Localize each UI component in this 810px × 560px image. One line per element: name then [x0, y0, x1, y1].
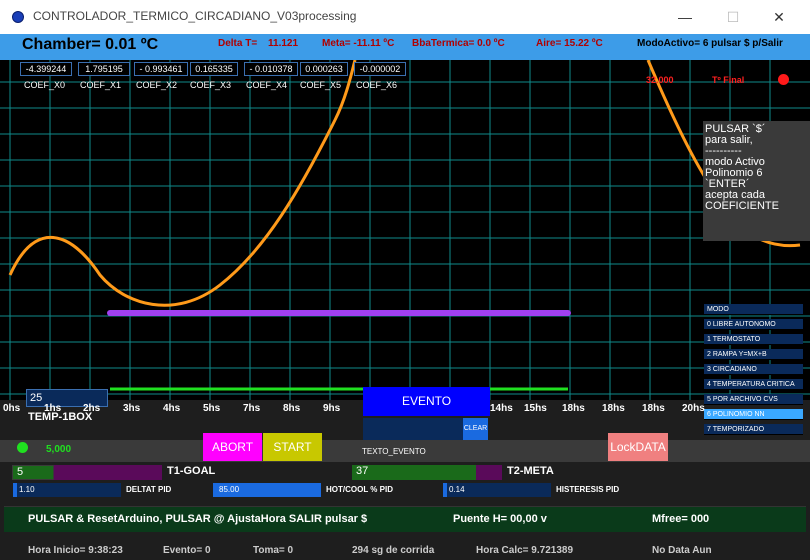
t1-goal-field[interactable]: 5 — [12, 465, 54, 480]
t1-goal-value: 5 — [17, 466, 24, 478]
coef-x2-field[interactable]: - 0.993461 — [134, 62, 188, 76]
t-final-label: Tº Final — [712, 75, 745, 85]
no-data-status: No Data Aun — [652, 545, 712, 556]
delta-t-label: Delta T= — [218, 38, 258, 49]
t1-goal-slider[interactable] — [54, 465, 162, 480]
delta-t-value: 11.121 — [268, 38, 299, 49]
hour-label: 3hs — [123, 403, 141, 414]
coef-x2-label: COEF_X2 — [136, 80, 178, 90]
coef-x1-label: COEF_X1 — [80, 80, 122, 90]
hour-label: 0hs — [3, 403, 21, 414]
toma-count: Toma= 0 — [253, 545, 294, 556]
coef-x5-field[interactable]: 0.000263 — [300, 62, 348, 76]
t-final-value: 32.000 — [646, 75, 674, 85]
chamber-temperature: Chamber= 0.01 ºC — [22, 36, 159, 53]
hour-label: 18hs — [642, 403, 665, 414]
hora-calc: Hora Calc= 9.721389 — [476, 545, 574, 556]
hour-label: 18hs — [562, 403, 585, 414]
status-indicator — [17, 442, 28, 453]
mode-header: MODO — [704, 304, 803, 315]
mode-item-5[interactable]: 5 POR ARCHIVO CVS — [704, 394, 803, 405]
mode-item-7[interactable]: 7 TEMPORIZADO — [704, 424, 803, 435]
delta-pid-label: DELTAT PID — [126, 485, 172, 494]
texto-evento-input[interactable] — [363, 418, 463, 440]
lock-data-button[interactable]: LockDATA — [608, 433, 668, 461]
t-final-indicator — [778, 74, 789, 85]
coef-x6-field[interactable]: -0.000002 — [354, 62, 406, 76]
help-line: COEFICIENTE — [705, 200, 779, 212]
puente-h-value: Puente H= 00,00 v — [453, 513, 547, 525]
texto-evento-label: TEXTO_EVENTO — [362, 447, 426, 456]
coef-x4-field[interactable]: - 0.010378 — [244, 62, 298, 76]
abort-button[interactable]: ABORT — [203, 433, 262, 461]
meta-temperature: Meta= -11.11 ºC — [322, 38, 395, 49]
coef-x1-field[interactable]: 1.795195 — [78, 62, 130, 76]
hora-inicio: Hora Inicio= 9:38:23 — [28, 545, 123, 556]
hour-label: 20hs — [682, 403, 705, 414]
t1-goal-label: T1-GOAL — [167, 465, 216, 477]
coef-x0-field[interactable]: -4.399244 — [20, 62, 72, 76]
coef-x3-label: COEF_X3 — [190, 80, 232, 90]
hour-label: 14hs — [490, 403, 513, 414]
plot-canvas — [0, 59, 810, 400]
coef-x4-label: COEF_X4 — [246, 80, 288, 90]
hour-label: 18hs — [602, 403, 625, 414]
help-panel: PULSAR `$´ para salir, ---------- modo A… — [703, 121, 810, 241]
coef-x5-label: COEF_X5 — [300, 80, 342, 90]
mode-item-1[interactable]: 1 TERMOSTATO — [704, 334, 803, 345]
plot-grid — [0, 60, 810, 400]
maximize-button[interactable]: ☐ — [722, 6, 744, 28]
mfree-value: Mfree= 000 — [652, 513, 710, 525]
delta-pid-field[interactable]: 1.10 — [13, 483, 121, 497]
command-instructions: PULSAR & ResetArduino, PULSAR @ AjustaHo… — [28, 513, 368, 525]
mode-item-6[interactable]: 6 POLINOMIO NN — [704, 409, 803, 420]
hotcool-pid-field[interactable]: 85.00 — [213, 483, 321, 497]
t2-meta-value: 37 — [356, 465, 369, 477]
corrida-time: 294 sg de corrida — [352, 545, 435, 556]
t2-meta-label: T2-META — [507, 465, 554, 477]
hotcool-pid-label: HOT/COOL % PID — [326, 485, 393, 494]
minimize-button[interactable]: — — [674, 6, 696, 28]
start-button[interactable]: START — [263, 433, 322, 461]
mode-item-2[interactable]: 2 RAMPA Y=MX+B — [704, 349, 803, 360]
aire-temperature: Aire= 15.22 ºC — [536, 38, 603, 49]
histeresis-pid-label: HISTERESIS PID — [556, 485, 620, 494]
coef-x3-field[interactable]: 0.165335 — [190, 62, 238, 76]
window-title: CONTROLADOR_TERMICO_CIRCADIANO_V03proces… — [33, 9, 357, 23]
close-button[interactable]: ✕ — [768, 6, 790, 28]
coef-x6-label: COEF_X6 — [356, 80, 398, 90]
hour-label: 5hs — [203, 403, 221, 414]
status-value: 5,000 — [46, 444, 72, 455]
mode-item-0[interactable]: 0 LIBRE AUTONOMO — [704, 319, 803, 330]
hour-label: 15hs — [524, 403, 547, 414]
t2-meta-slider[interactable] — [476, 465, 502, 480]
histeresis-pid-field[interactable]: 0.14 — [443, 483, 551, 497]
evento-button[interactable]: EVENTO — [363, 387, 490, 416]
evento-count: Evento= 0 — [163, 545, 211, 556]
mode-item-3[interactable]: 3 CIRCADIANO — [704, 364, 803, 375]
hour-label: 8hs — [283, 403, 301, 414]
app-icon — [12, 11, 24, 23]
mode-item-4[interactable]: 4 TEMPERATURA CRITICA — [704, 379, 803, 390]
hour-label: 4hs — [163, 403, 181, 414]
hour-label: 7hs — [243, 403, 261, 414]
t2-meta-field[interactable]: 37 — [352, 465, 476, 480]
polynomial-curve — [8, 59, 357, 307]
temp-1box-label: TEMP-1BOX — [28, 411, 93, 423]
modo-activo: ModoActivo= 6 pulsar $ p/Salir — [637, 38, 783, 49]
clear-button[interactable]: CLEAR — [463, 418, 488, 440]
hour-label: 9hs — [323, 403, 341, 414]
bomba-termica: BbaTermica= 0.0 ºC — [412, 38, 505, 49]
temperature-plot — [0, 59, 810, 400]
coef-x0-label: COEF_X0 — [24, 80, 66, 90]
